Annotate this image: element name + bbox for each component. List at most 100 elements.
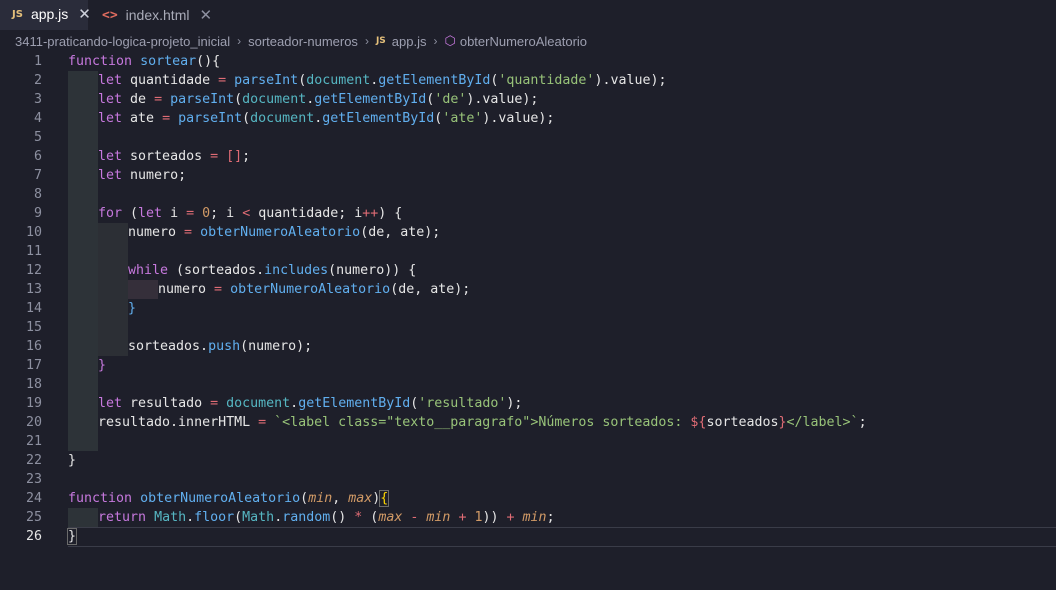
- line-number: 2: [33, 73, 42, 88]
- line-number: 6: [33, 149, 42, 164]
- line-number: 4: [33, 111, 42, 126]
- chevron-right-icon: ›: [433, 34, 438, 48]
- code-editor[interactable]: 1 function sortear(){ 2 let quantidade =…: [0, 52, 1056, 590]
- code-text: }: [68, 453, 77, 468]
- line-number: 8: [33, 187, 42, 202]
- code-text: sorteados.push(numero);: [128, 339, 313, 354]
- indent-guide: [68, 356, 98, 375]
- line-number: 1: [33, 54, 42, 69]
- code-text: function sortear(){: [68, 54, 221, 69]
- code-text: for (let i = 0; i < quantidade; i++) {: [98, 206, 403, 221]
- chevron-right-icon: ›: [364, 34, 369, 48]
- indent-guide: [68, 109, 98, 128]
- line-number: 14: [25, 301, 42, 316]
- code-line: 21: [0, 432, 1056, 451]
- code-line: 8: [0, 185, 1056, 204]
- line-number: 17: [25, 358, 42, 373]
- indent-guide: [68, 299, 98, 318]
- function-cube-icon: ⬡: [444, 33, 456, 48]
- code-line: 6 let sorteados = [];: [0, 147, 1056, 166]
- line-number: 11: [25, 244, 42, 259]
- line-number: 21: [25, 434, 42, 449]
- code-line: 12 while (sorteados.includes(numero)) {: [0, 261, 1056, 280]
- code-text: let sorteados = [];: [98, 149, 251, 164]
- close-icon[interactable]: ✕: [199, 6, 212, 24]
- code-line: 15: [0, 318, 1056, 337]
- indent-guide: [98, 318, 128, 337]
- code-line: 18: [0, 375, 1056, 394]
- code-line: 3 let de = parseInt(document.getElementB…: [0, 90, 1056, 109]
- line-number: 9: [33, 206, 42, 221]
- breadcrumb-item-file[interactable]: app.js: [392, 34, 427, 49]
- code-text: numero = obterNumeroAleatorio(de, ate);: [128, 225, 441, 240]
- indent-guide: [98, 261, 128, 280]
- line-number: 20: [25, 415, 42, 430]
- breadcrumb-item-folder[interactable]: 3411-praticando-logica-projeto_inicial: [15, 34, 230, 49]
- tab-index-html[interactable]: <> index.html ✕: [88, 0, 212, 30]
- line-number: 25: [25, 510, 42, 525]
- chevron-right-icon: ›: [237, 34, 242, 48]
- indent-guide: [68, 318, 98, 337]
- indent-guide: [98, 299, 128, 318]
- indent-guide: [68, 185, 98, 204]
- code-text: }: [128, 301, 137, 316]
- indent-guide: [68, 204, 98, 223]
- code-line: 23: [0, 470, 1056, 489]
- code-line: 20 resultado.innerHTML = `<label class="…: [0, 413, 1056, 432]
- code-line: 7 let numero;: [0, 166, 1056, 185]
- code-line: 1 function sortear(){: [0, 52, 1056, 71]
- tab-bar: JS app.js ✕ <> index.html ✕: [0, 0, 1056, 30]
- code-text: let resultado = document.getElementById(…: [98, 396, 523, 411]
- code-text: while (sorteados.includes(numero)) {: [128, 263, 417, 278]
- breadcrumb-item-folder[interactable]: sorteador-numeros: [248, 34, 358, 49]
- breadcrumb: 3411-praticando-logica-projeto_inicial ›…: [0, 30, 1056, 52]
- indent-guide: [68, 166, 98, 185]
- line-number: 18: [25, 377, 42, 392]
- indent-guide: [68, 261, 98, 280]
- line-number: 22: [25, 453, 42, 468]
- indent-guide: [68, 394, 98, 413]
- line-number: 24: [25, 491, 42, 506]
- code-text: return Math.floor(Math.random() * (max -…: [98, 510, 555, 525]
- indent-guide: [98, 280, 128, 299]
- line-number: 13: [25, 282, 42, 297]
- code-line: 19 let resultado = document.getElementBy…: [0, 394, 1056, 413]
- line-number: 12: [25, 263, 42, 278]
- indent-guide: [68, 242, 98, 261]
- tab-app-js[interactable]: JS app.js ✕: [0, 0, 91, 30]
- code-line: 14 }: [0, 299, 1056, 318]
- line-number: 16: [25, 339, 42, 354]
- code-line: 10 numero = obterNumeroAleatorio(de, ate…: [0, 223, 1056, 242]
- code-line: 4 let ate = parseInt(document.getElement…: [0, 109, 1056, 128]
- code-text: let ate = parseInt(document.getElementBy…: [98, 111, 555, 126]
- indent-guide: [98, 223, 128, 242]
- indent-guide: [68, 413, 98, 432]
- current-line-highlight: [68, 527, 1056, 547]
- javascript-file-icon: JS: [12, 8, 23, 20]
- code-line: 16 sorteados.push(numero);: [0, 337, 1056, 356]
- indent-guide: [128, 280, 158, 299]
- indent-guide: [68, 147, 98, 166]
- code-text: resultado.innerHTML = `<label class="tex…: [98, 415, 867, 430]
- code-line: 11: [0, 242, 1056, 261]
- line-number: 23: [25, 472, 42, 487]
- javascript-file-icon: JS: [375, 36, 386, 46]
- code-text: function obterNumeroAleatorio(min, max){: [68, 490, 390, 507]
- code-line: 24 function obterNumeroAleatorio(min, ma…: [0, 489, 1056, 508]
- indent-guide: [68, 337, 98, 356]
- indent-guide: [68, 90, 98, 109]
- code-text: let de = parseInt(document.getElementByI…: [98, 92, 539, 107]
- indent-guide: [68, 375, 98, 394]
- indent-guide: [98, 337, 128, 356]
- code-line: 17 }: [0, 356, 1056, 375]
- code-line: 5: [0, 128, 1056, 147]
- tab-label: index.html: [125, 7, 190, 23]
- indent-guide: [68, 508, 98, 527]
- line-number: 15: [25, 320, 42, 335]
- line-number: 5: [33, 130, 42, 145]
- code-text: let quantidade = parseInt(document.getEl…: [98, 73, 667, 88]
- indent-guide: [68, 432, 98, 451]
- code-text: }: [98, 358, 107, 373]
- line-number: 19: [25, 396, 42, 411]
- breadcrumb-item-symbol[interactable]: obterNumeroAleatorio: [460, 34, 587, 49]
